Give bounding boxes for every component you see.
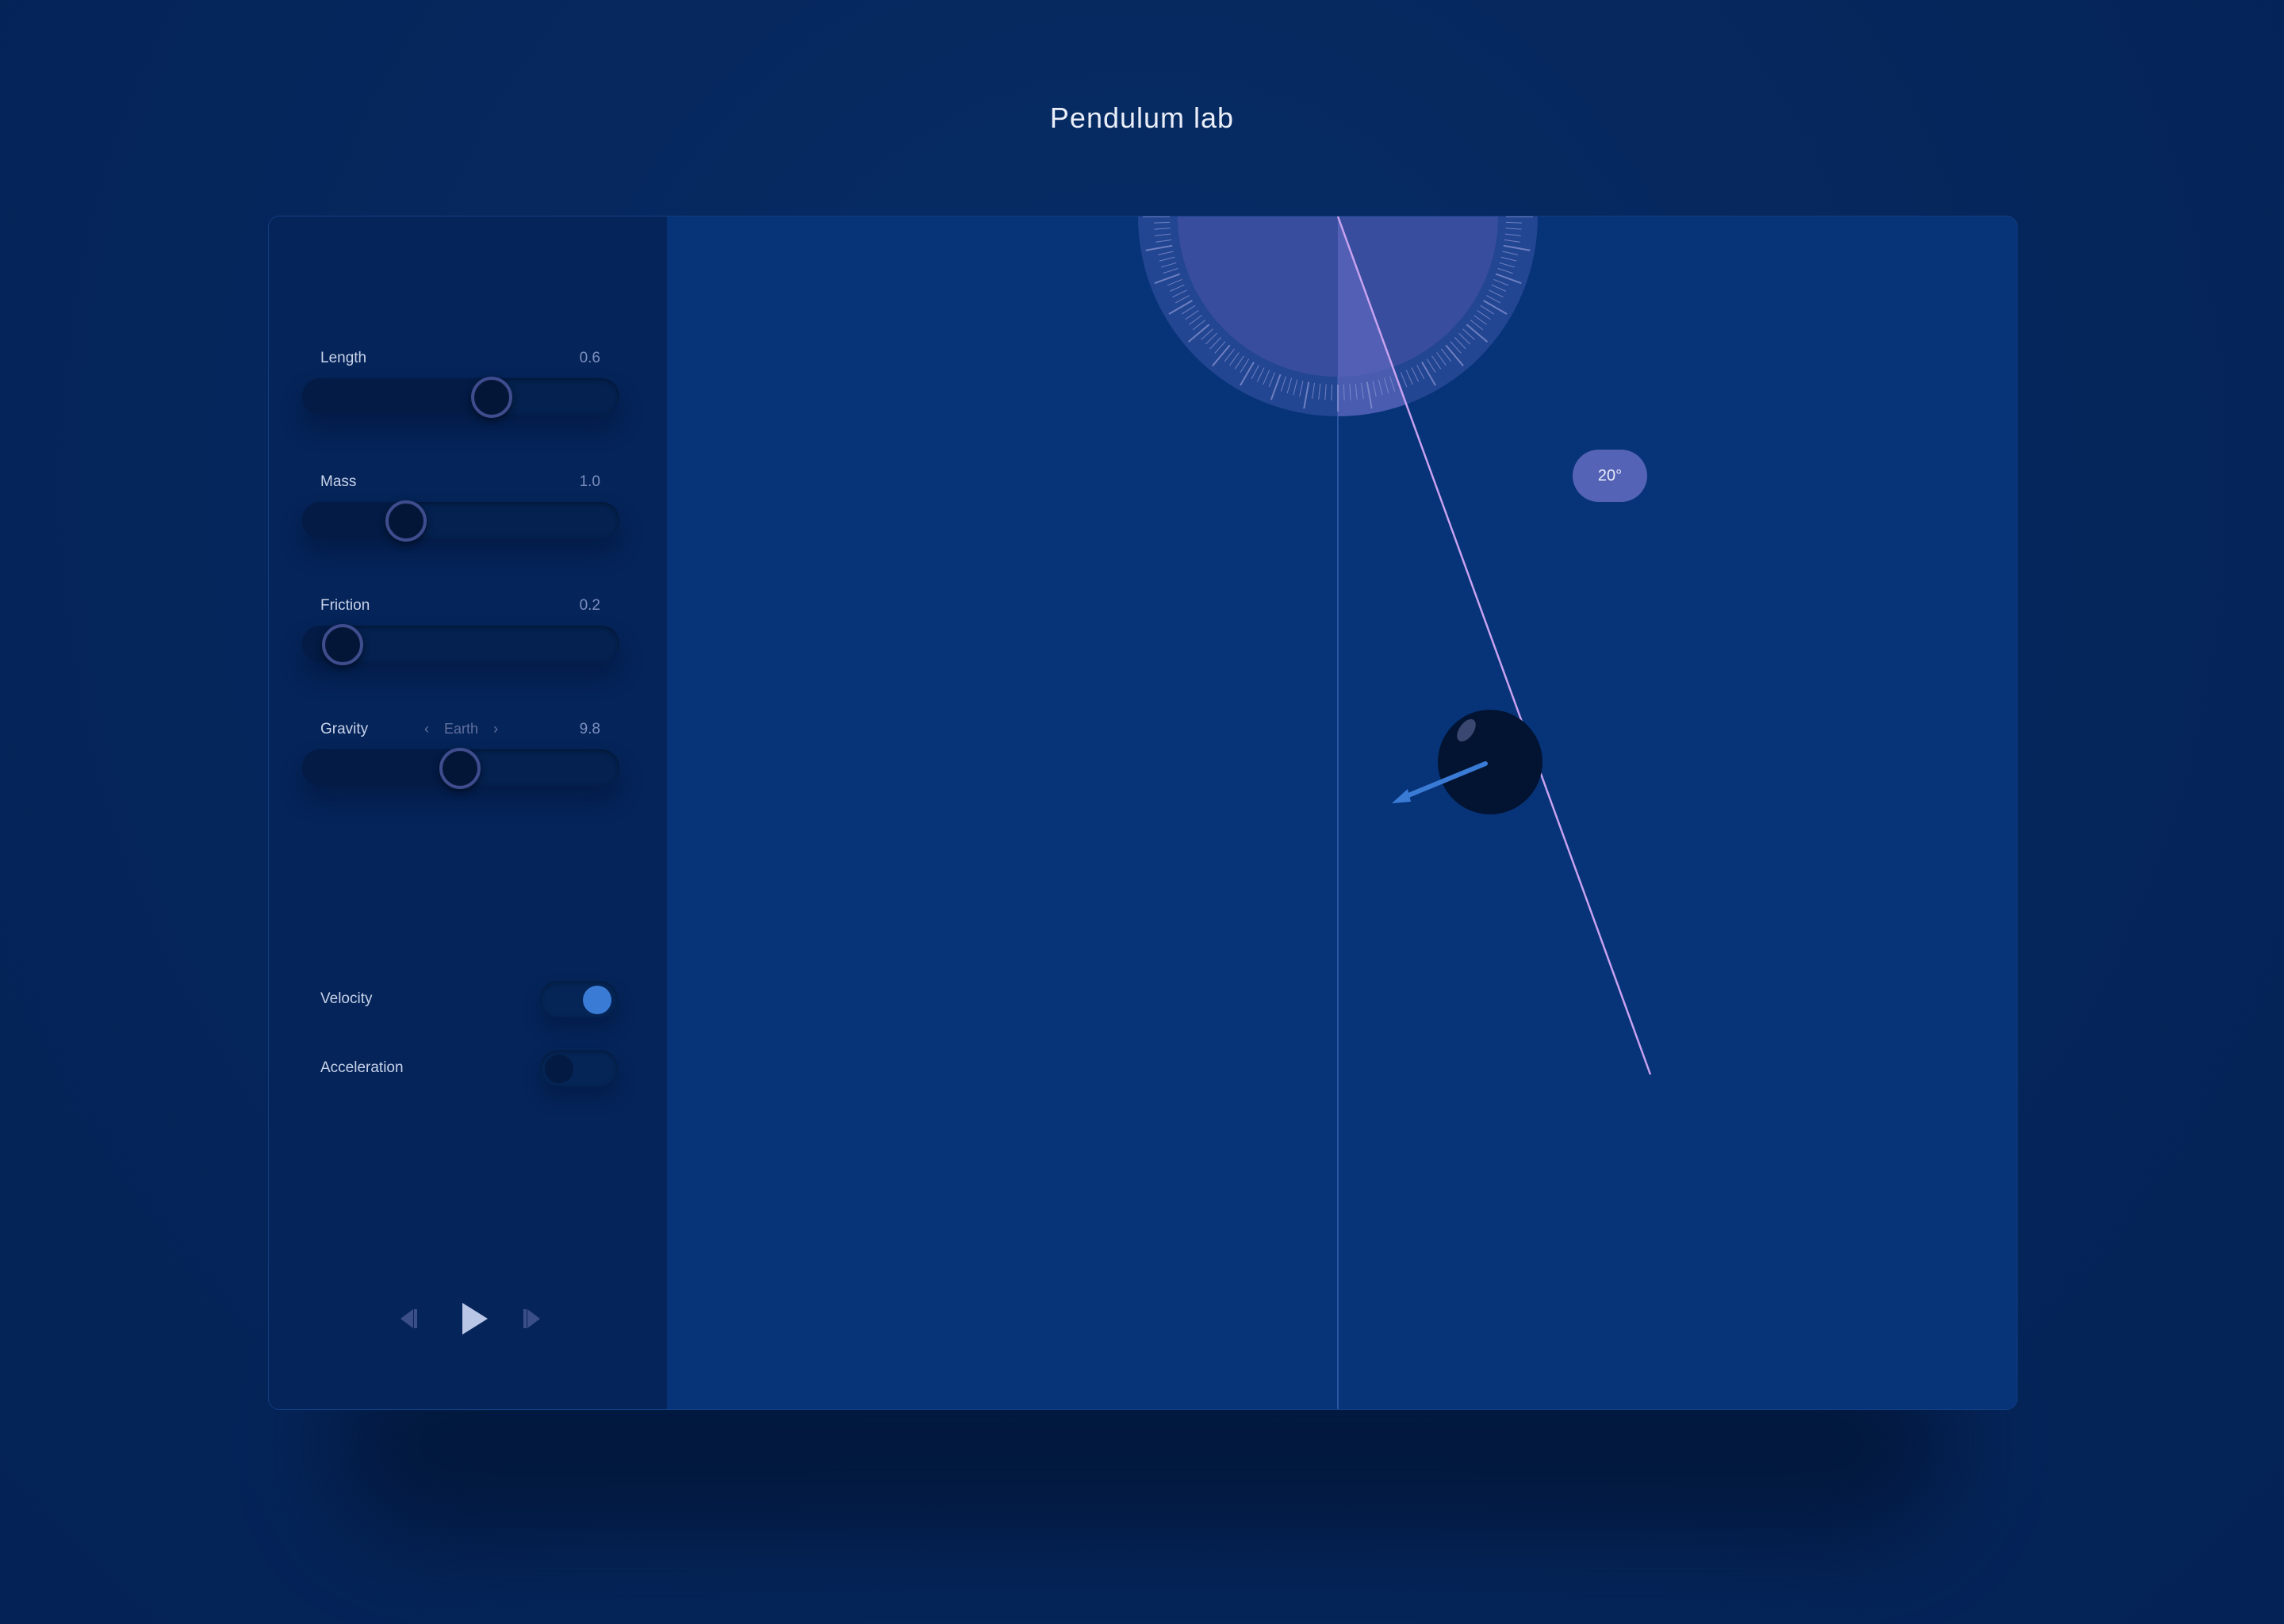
angle-badge: 20° <box>1573 450 1647 502</box>
mass-slider[interactable] <box>302 500 619 542</box>
simulation-canvas <box>1138 216 1652 1409</box>
page-title: Pendulum lab <box>1049 102 1235 134</box>
length-label: Length <box>320 350 367 366</box>
acceleration-toggle[interactable] <box>540 1050 618 1086</box>
friction-label: Friction <box>320 597 370 614</box>
step-forward-icon[interactable] <box>518 1303 550 1335</box>
gravity-prev-button[interactable]: ‹ <box>424 721 429 737</box>
friction-slider-knob[interactable] <box>322 624 363 665</box>
length-slider[interactable] <box>302 377 619 418</box>
protractor <box>1138 216 1538 416</box>
protractor-tick <box>1505 221 1522 224</box>
mass-value: 1.0 <box>579 473 600 490</box>
friction-value: 0.2 <box>579 597 600 614</box>
acceleration-toggle-knob <box>545 1055 573 1083</box>
bob-body <box>1438 710 1542 814</box>
protractor-tick <box>1343 384 1345 400</box>
gravity-preset-label: Earth <box>444 721 479 737</box>
gravity-next-button[interactable]: › <box>493 721 498 737</box>
friction-slider[interactable] <box>302 624 619 665</box>
mass-label: Mass <box>320 473 357 490</box>
gravity-preset-picker: ‹ Earth › <box>424 721 498 737</box>
acceleration-label: Acceleration <box>320 1059 404 1076</box>
play-icon[interactable] <box>451 1297 496 1341</box>
step-back-icon[interactable] <box>391 1303 423 1335</box>
control-panel: Length 0.6 Mass 1.0 Friction 0.2 Gravity… <box>269 216 668 1409</box>
velocity-label: Velocity <box>320 990 373 1007</box>
simulation-stage: 20° <box>667 216 2017 1409</box>
gravity-slider[interactable] <box>302 748 619 789</box>
gravity-slider-knob[interactable] <box>439 748 481 789</box>
lab-card: Length 0.6 Mass 1.0 Friction 0.2 Gravity… <box>268 216 2018 1410</box>
pendulum-bob[interactable] <box>1438 710 1542 814</box>
protractor-tick <box>1154 221 1171 224</box>
length-value: 0.6 <box>579 350 600 366</box>
length-slider-knob[interactable] <box>471 377 512 418</box>
gravity-label: Gravity <box>320 721 369 737</box>
length-slider-fill <box>302 378 492 415</box>
velocity-toggle[interactable] <box>540 981 618 1017</box>
gravity-slider-fill <box>302 749 461 786</box>
velocity-toggle-knob <box>583 986 611 1014</box>
gravity-value: 9.8 <box>579 721 600 737</box>
mass-slider-knob[interactable] <box>385 500 427 542</box>
pendulum-string <box>1336 216 1652 1075</box>
